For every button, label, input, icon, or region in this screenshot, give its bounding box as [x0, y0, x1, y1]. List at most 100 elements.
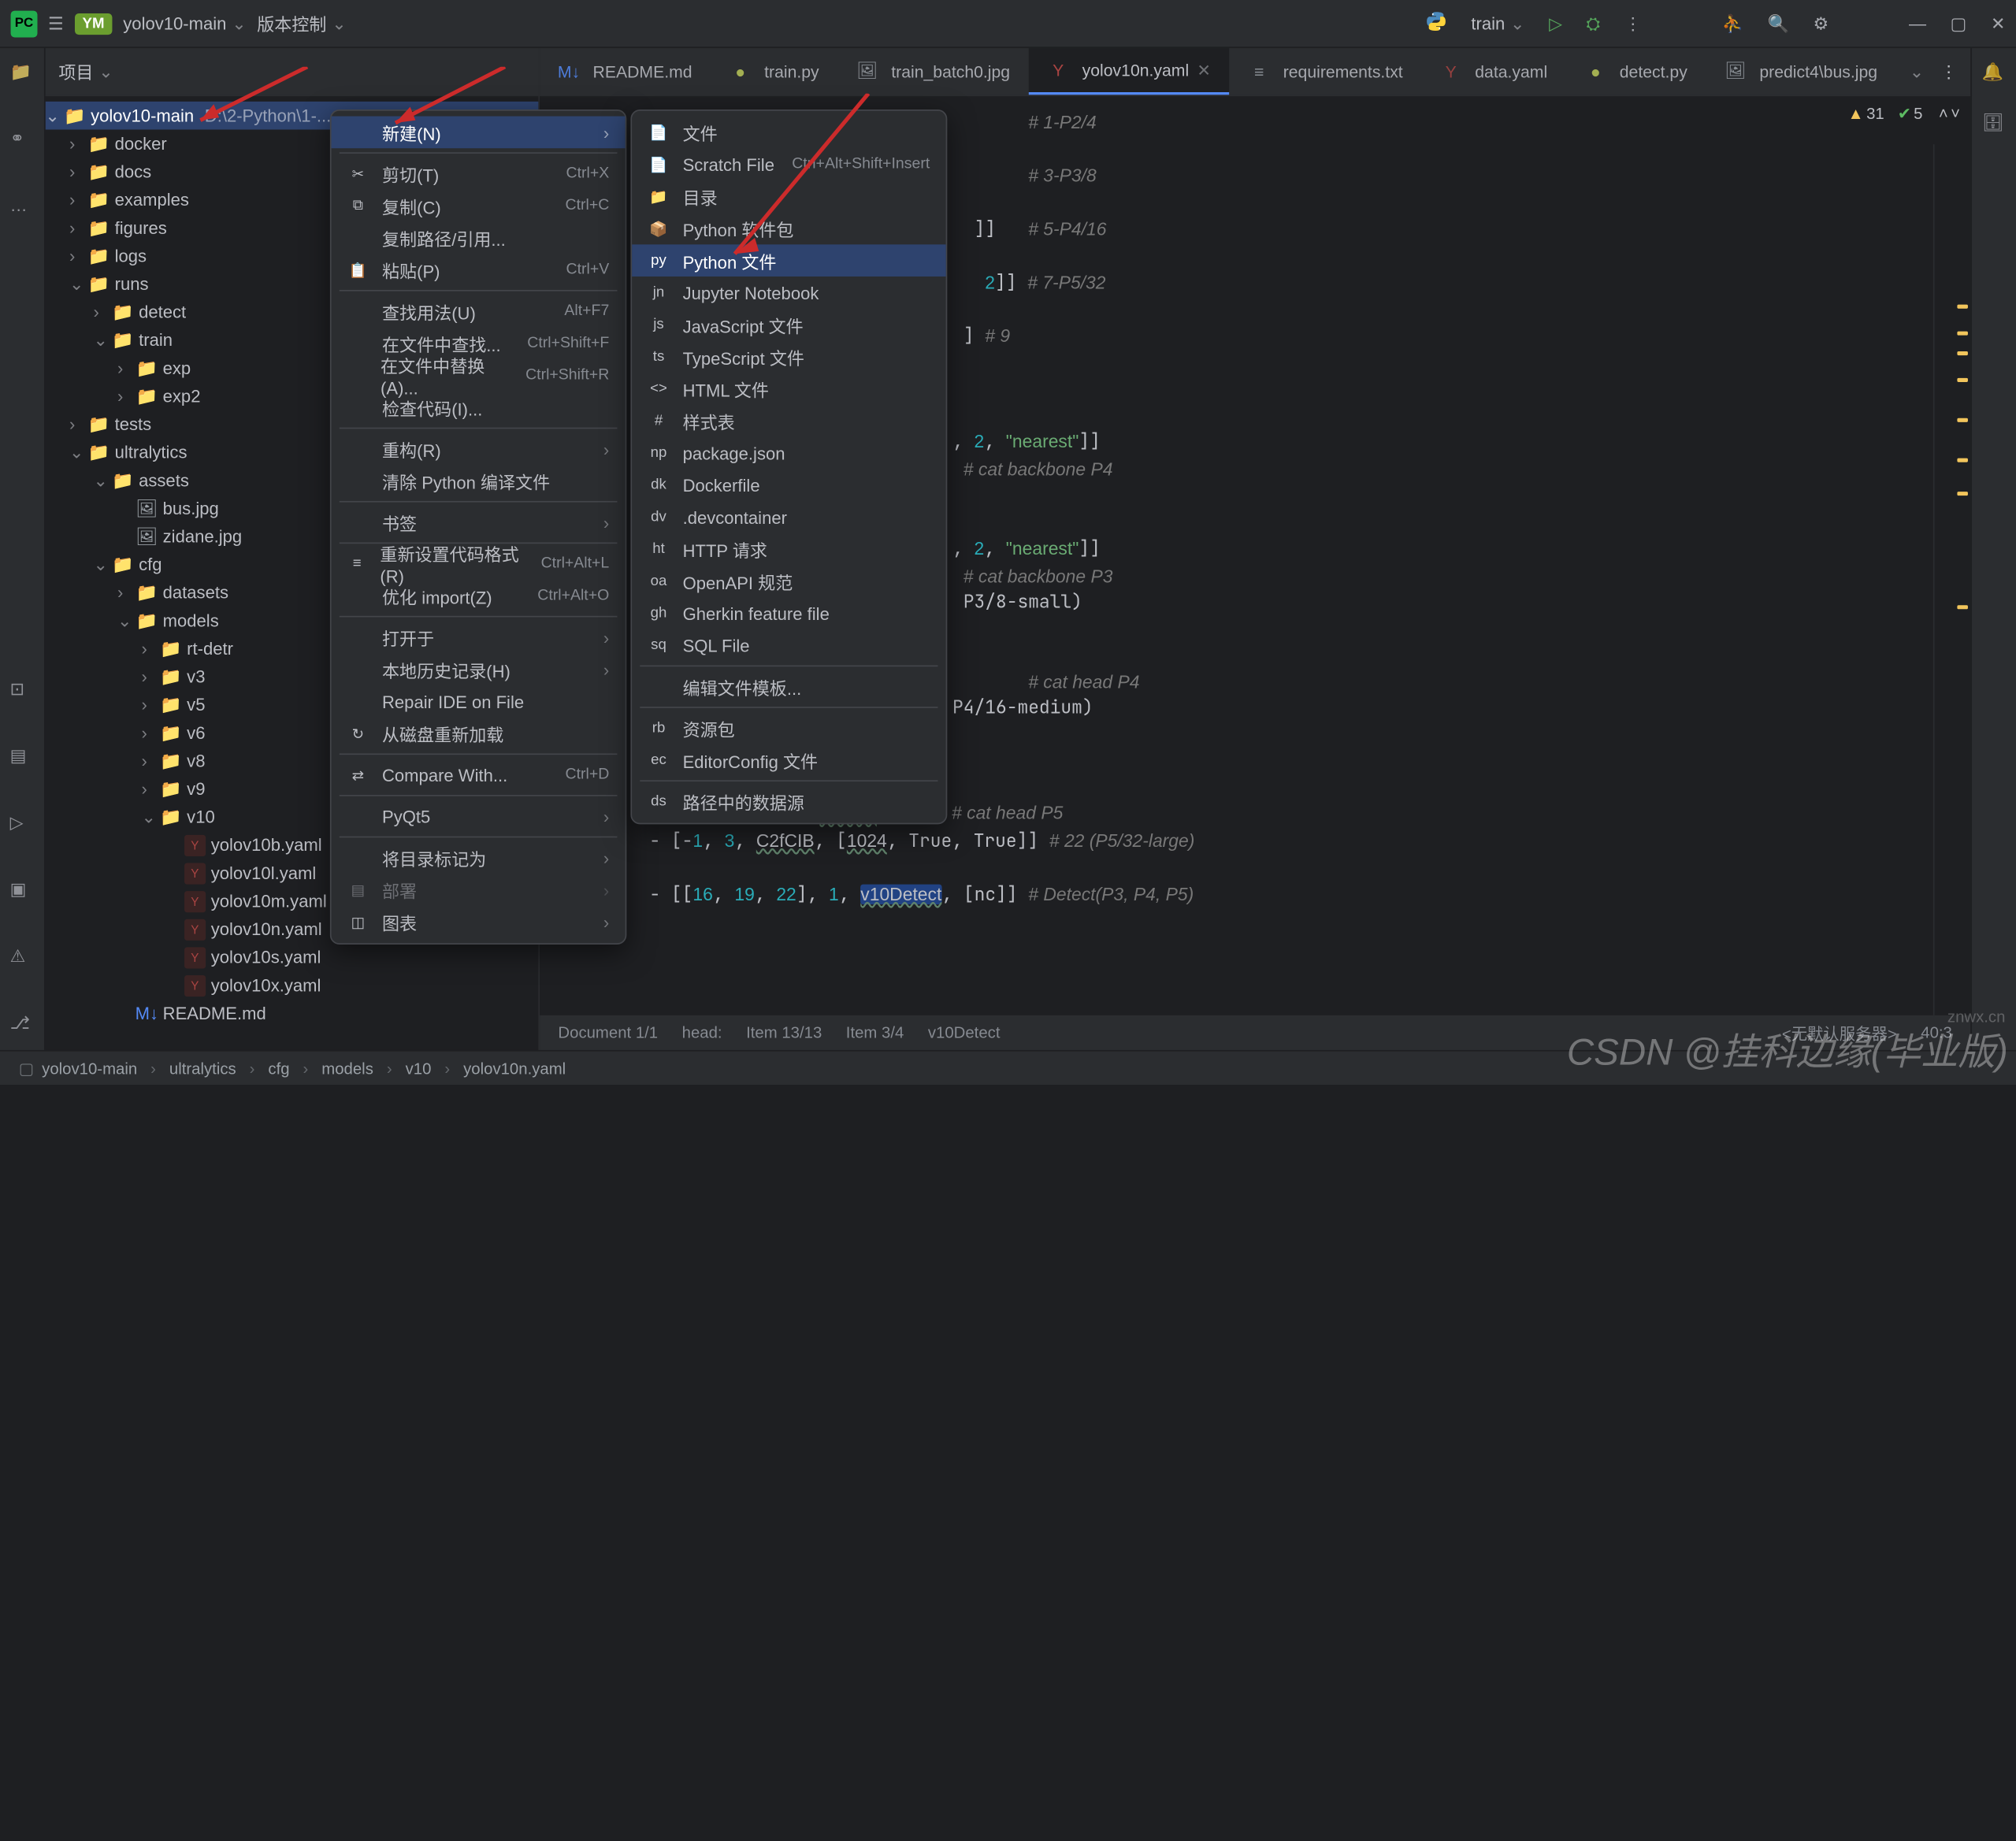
menu-item[interactable]: 编辑文件模板...	[632, 670, 946, 703]
close-icon[interactable]: ✕	[1197, 60, 1211, 80]
menu-item[interactable]: rb资源包	[632, 712, 946, 744]
menu-item[interactable]: ⧉复制(C)Ctrl+C	[332, 190, 626, 222]
vcs-dropdown[interactable]: 版本控制 ⌄	[257, 11, 346, 36]
breadcrumb-item[interactable]: yolov10n.yaml	[463, 1059, 566, 1078]
more-icon[interactable]: …	[10, 195, 35, 220]
run-config-dropdown[interactable]: train ⌄	[1471, 13, 1524, 34]
services-icon[interactable]: ▤	[10, 745, 35, 770]
menu-item[interactable]: 检查代码(I)...	[332, 392, 626, 424]
editor-tab[interactable]: 🖼train_batch0.jpg	[837, 48, 1028, 95]
menu-item[interactable]: 将目录标记为›	[332, 841, 626, 874]
terminal-icon[interactable]: ▣	[10, 879, 35, 904]
status-col: 40:3	[1921, 1023, 1952, 1042]
folder-icon[interactable]: 📁	[10, 61, 35, 86]
menu-item[interactable]: dkDockerfile	[632, 469, 946, 501]
tree-row[interactable]: Yyolov10s.yaml	[45, 943, 538, 971]
search-icon[interactable]: 🔍	[1767, 13, 1788, 34]
editor-tab[interactable]: M↓README.md	[540, 48, 711, 95]
menu-item[interactable]: ds路径中的数据源	[632, 785, 946, 818]
collapse-icon[interactable]: ▢	[19, 1059, 34, 1078]
problems-icon[interactable]: ⚠	[10, 946, 35, 971]
run-icon[interactable]: ▷	[1549, 13, 1562, 34]
menu-item[interactable]: ✂剪切(T)Ctrl+X	[332, 158, 626, 190]
menu-item[interactable]: ≡重新设置代码格式(R)Ctrl+Alt+L	[332, 547, 626, 580]
editor-tab[interactable]: ●train.py	[711, 48, 837, 95]
status-server[interactable]: <无默认服务器>	[1782, 1021, 1897, 1044]
project-name-dropdown[interactable]: yolov10-main ⌄	[123, 13, 246, 34]
breadcrumb-item[interactable]: yolov10-main	[42, 1059, 137, 1078]
menu-item[interactable]: #样式表	[632, 405, 946, 437]
dir-icon: 📁	[136, 385, 158, 406]
menu-item[interactable]: ⇄Compare With...Ctrl+D	[332, 759, 626, 791]
menu-item[interactable]: 清除 Python 编译文件	[332, 465, 626, 497]
breadcrumb-item[interactable]: cfg	[268, 1059, 289, 1078]
menu-item-icon: 📦	[648, 217, 669, 239]
minimap[interactable]	[1933, 144, 1970, 1015]
debug-icon[interactable]: ⛭	[1587, 13, 1601, 34]
dir-icon: 📁	[136, 610, 158, 631]
minimize-icon[interactable]: —	[1909, 13, 1926, 33]
editor-tab[interactable]: ≡requirements.txt	[1230, 48, 1422, 95]
code-with-me-icon[interactable]: ⛹	[1722, 13, 1743, 34]
menu-item[interactable]: sqSQL File	[632, 629, 946, 662]
menu-item[interactable]: dv.devcontainer	[632, 501, 946, 533]
settings-icon[interactable]: ⚙	[1813, 13, 1829, 34]
editor-tab[interactable]: 🖼predict4\bus.jpg	[1706, 48, 1896, 95]
menu-item[interactable]: 本地历史记录(H)›	[332, 653, 626, 685]
menu-item[interactable]: ecEditorConfig 文件	[632, 744, 946, 777]
menu-item[interactable]: ghGherkin feature file	[632, 597, 946, 629]
breadcrumb-item[interactable]: v10	[406, 1059, 432, 1078]
inspection-widget[interactable]: ▲ 31 ✔ 5 ˄ ˅	[1848, 104, 1961, 123]
structure-icon[interactable]: ⚭	[10, 128, 35, 153]
vcs-icon[interactable]: ⎇	[10, 1012, 35, 1037]
menu-item[interactable]: tsTypeScript 文件	[632, 340, 946, 373]
menu-item[interactable]: oaOpenAPI 规范	[632, 565, 946, 597]
tree-row[interactable]: M↓README.md	[45, 999, 538, 1027]
menu-item[interactable]: nppackage.json	[632, 437, 946, 470]
menu-item[interactable]: jnJupyter Notebook	[632, 277, 946, 309]
menu-item[interactable]: 书签›	[332, 507, 626, 539]
menu-item[interactable]: 复制路径/引用...	[332, 222, 626, 254]
menu-item[interactable]: 📋粘贴(P)Ctrl+V	[332, 254, 626, 286]
menu-item[interactable]: jsJavaScript 文件	[632, 309, 946, 341]
maximize-icon[interactable]: ▢	[1951, 13, 1967, 34]
run-tool-icon[interactable]: ▷	[10, 812, 35, 837]
python-console-icon[interactable]: ⊡	[10, 678, 35, 703]
down-icon[interactable]: ˅	[1951, 104, 1960, 123]
more-icon[interactable]: ⋮	[1940, 61, 1958, 82]
menu-item[interactable]: PyQt5›	[332, 800, 626, 833]
menu-item: ▤部署›	[332, 874, 626, 906]
menu-item-label: 资源包	[683, 715, 735, 740]
database-icon[interactable]: 🗄	[1982, 112, 2007, 136]
up-icon[interactable]: ˄	[1939, 104, 1948, 123]
menu-item[interactable]: ◫图表›	[332, 906, 626, 938]
menu-item[interactable]: Repair IDE on File	[332, 685, 626, 718]
menu-item[interactable]: 查找用法(U)Alt+F7	[332, 295, 626, 328]
menu-item[interactable]: 在文件中替换(A)...Ctrl+Shift+R	[332, 359, 626, 392]
menu-item[interactable]: <>HTML 文件	[632, 373, 946, 405]
chevron-down-icon[interactable]: ⌄	[1910, 61, 1924, 82]
menu-item[interactable]: ↻从磁盘重新加载	[332, 718, 626, 750]
dir-icon: 📁	[160, 638, 181, 659]
close-icon[interactable]: ✕	[1991, 13, 2005, 34]
dir-icon: 📁	[160, 722, 181, 744]
project-view-dropdown[interactable]: 项目 ⌄	[58, 59, 113, 84]
more-icon[interactable]: ⋮	[1624, 13, 1642, 34]
menu-item-label: HTML 文件	[683, 376, 769, 401]
menu-item[interactable]: htHTTP 请求	[632, 533, 946, 566]
menu-item-label: Repair IDE on File	[382, 692, 524, 711]
menu-item[interactable]: 打开于›	[332, 622, 626, 654]
menu-item[interactable]: 优化 import(Z)Ctrl+Alt+O	[332, 580, 626, 612]
editor-tab[interactable]: Yyolov10n.yaml✕	[1029, 48, 1230, 95]
tree-row[interactable]: Yyolov10x.yaml	[45, 971, 538, 1000]
breadcrumb-item[interactable]: models	[321, 1059, 373, 1078]
status-head: head:	[682, 1023, 722, 1042]
notifications-icon[interactable]: 🔔	[1982, 61, 2007, 86]
editor-tab[interactable]: ●detect.py	[1566, 48, 1706, 95]
tree-label: yolov10x.yaml	[211, 975, 321, 995]
menu-icon[interactable]: ☰	[48, 13, 64, 34]
breadcrumb-item[interactable]: ultralytics	[169, 1059, 236, 1078]
editor-tab[interactable]: Ydata.yaml	[1421, 48, 1565, 95]
yaml-icon: Y	[1440, 61, 1461, 82]
menu-item[interactable]: 重构(R)›	[332, 432, 626, 465]
